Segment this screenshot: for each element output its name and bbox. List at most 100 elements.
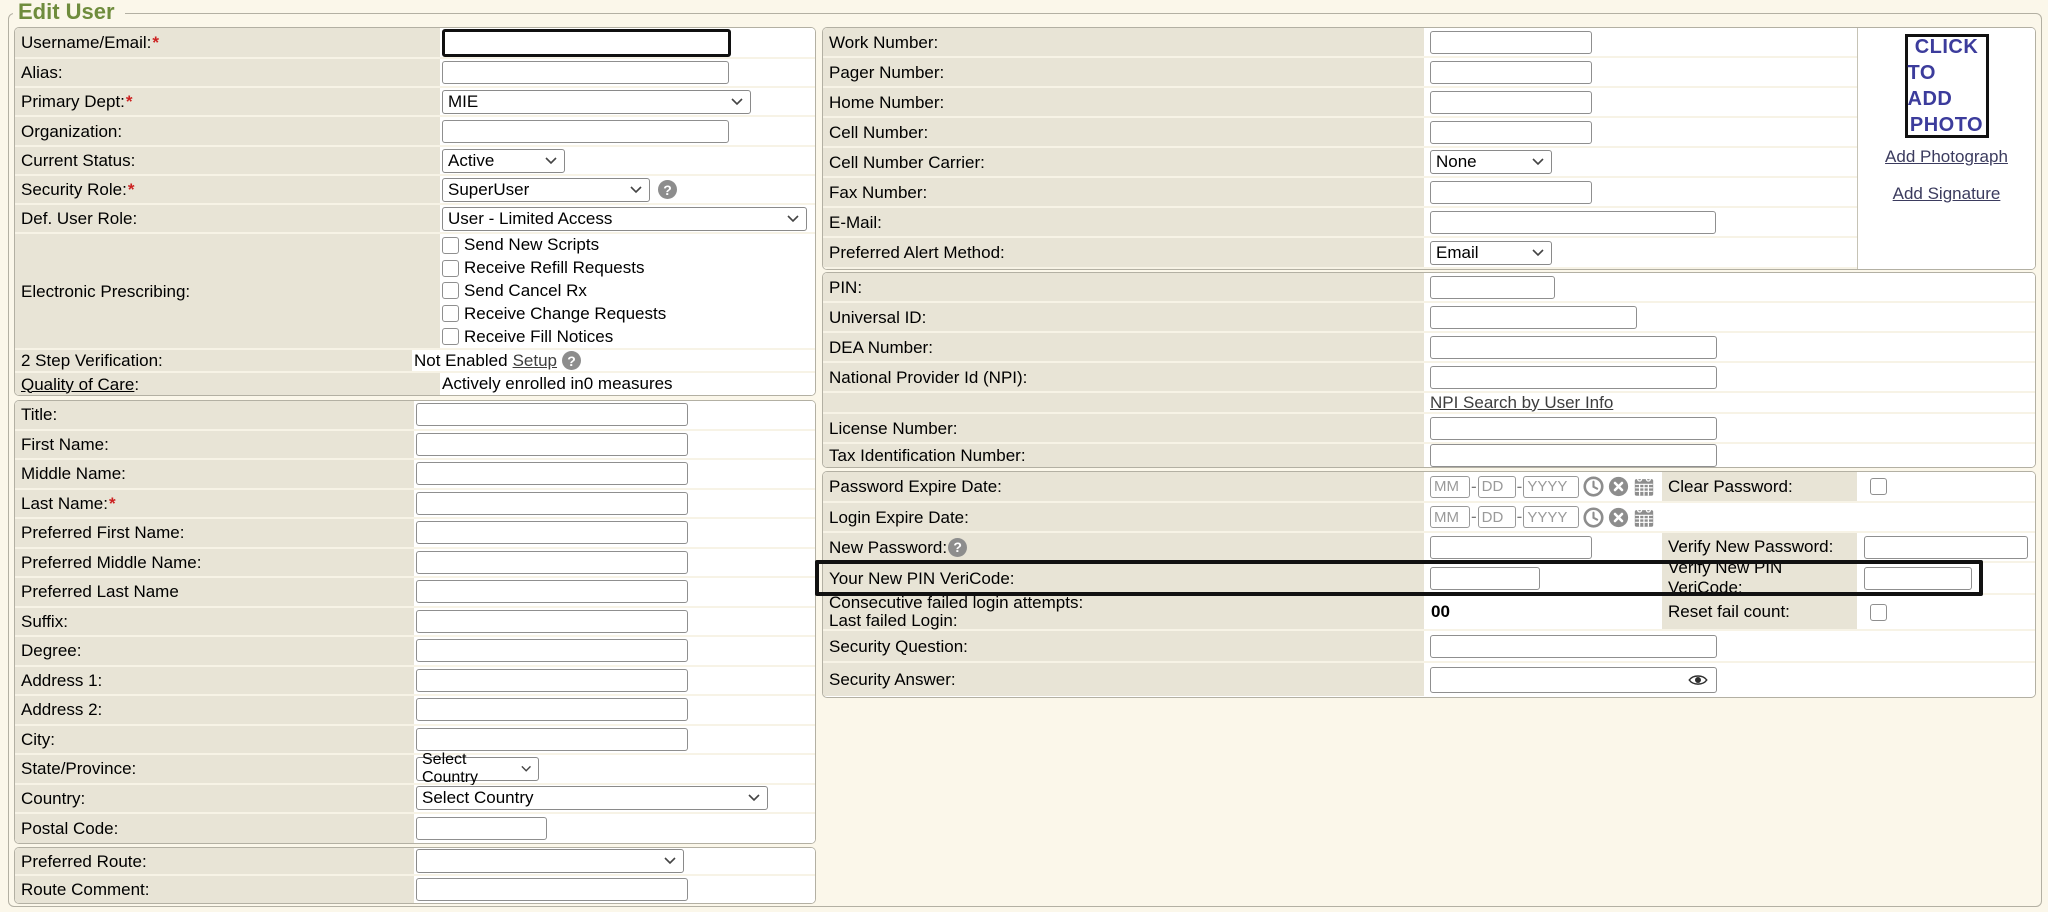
degree-input[interactable] <box>416 639 688 662</box>
alias-input[interactable] <box>442 61 729 84</box>
preferred-middle-name-input[interactable] <box>416 551 688 574</box>
two-step-verification-row: 2 Step Verification: Not Enabled Setup ? <box>15 350 815 373</box>
alias-label: Alias: <box>15 59 440 86</box>
login-expire-mm-input[interactable] <box>1430 506 1470 528</box>
email-input[interactable] <box>1430 211 1716 234</box>
preferred-last-name-input[interactable] <box>416 580 688 603</box>
quality-of-care-value: Actively enrolled in0 measures <box>442 374 673 394</box>
cell-number-input[interactable] <box>1430 121 1592 144</box>
new-password-input[interactable] <box>1430 536 1592 559</box>
verify-pin-vericode-input[interactable] <box>1864 567 1972 590</box>
help-icon[interactable]: ? <box>658 180 677 199</box>
license-number-label: License Number: <box>823 414 1424 442</box>
login-expire-dd-input[interactable] <box>1478 506 1516 528</box>
pager-number-input[interactable] <box>1430 61 1592 84</box>
suffix-input[interactable] <box>416 610 688 633</box>
security-role-select[interactable]: SuperUser <box>442 178 650 202</box>
help-icon[interactable]: ? <box>562 351 581 370</box>
preferred-first-name-input[interactable] <box>416 521 688 544</box>
fax-number-input[interactable] <box>1430 181 1592 204</box>
setup-link[interactable]: Setup <box>513 351 557 371</box>
calendar-icon[interactable] <box>1633 476 1655 497</box>
middle-name-input[interactable] <box>416 462 688 485</box>
pager-number-row: Pager Number: <box>823 58 2035 88</box>
password-expire-dd-input[interactable] <box>1478 476 1516 498</box>
identifiers-section: PIN: Universal ID: DEA Number: National … <box>822 272 2036 468</box>
preferred-alert-value: Email <box>1436 243 1479 263</box>
reset-fail-count-checkbox[interactable] <box>1870 604 1887 621</box>
def-user-role-select[interactable]: User - Limited Access <box>442 207 807 231</box>
send-new-scripts-checkbox[interactable] <box>442 237 459 254</box>
required-asterisk: * <box>126 92 133 111</box>
address1-input[interactable] <box>416 669 688 692</box>
route-comment-input[interactable] <box>416 878 688 901</box>
organization-row: Organization: <box>15 117 815 147</box>
security-answer-input[interactable] <box>1430 667 1717 693</box>
preferred-alert-select[interactable]: Email <box>1430 241 1552 265</box>
quality-of-care-link[interactable]: Quality of Care <box>21 375 134 394</box>
cell-carrier-label: Cell Number Carrier: <box>823 148 1424 176</box>
country-select[interactable]: Select Country <box>416 786 768 810</box>
password-expire-mm-input[interactable] <box>1430 476 1470 498</box>
username-input[interactable] <box>442 29 731 57</box>
current-status-select[interactable]: Active <box>442 149 565 173</box>
state-province-row: State/Province: Select Country <box>15 755 815 785</box>
postal-code-input[interactable] <box>416 817 547 840</box>
receive-refill-requests-checkbox[interactable] <box>442 260 459 277</box>
pin-input[interactable] <box>1430 276 1555 299</box>
npi-input[interactable] <box>1430 366 1717 389</box>
home-number-input[interactable] <box>1430 91 1592 114</box>
login-expire-yyyy-input[interactable] <box>1523 506 1579 528</box>
chevron-down-icon <box>664 857 676 865</box>
clear-password-label: Clear Password: <box>1662 472 1857 501</box>
tax-id-row: Tax Identification Number: <box>823 444 2035 467</box>
security-question-input[interactable] <box>1430 635 1717 658</box>
send-cancel-rx-checkbox[interactable] <box>442 282 459 299</box>
dea-number-label: DEA Number: <box>823 333 1424 361</box>
city-input[interactable] <box>416 728 688 751</box>
add-photo-box[interactable]: CLICK TO ADD PHOTO <box>1905 34 1989 138</box>
state-province-select[interactable]: Select Country <box>416 757 539 781</box>
empty-cell <box>1662 503 1857 531</box>
preferred-route-select[interactable] <box>416 849 684 873</box>
work-number-row: Work Number: <box>823 28 2035 58</box>
title-input[interactable] <box>416 403 688 426</box>
receive-fill-notices-checkbox[interactable] <box>442 328 459 345</box>
dea-number-input[interactable] <box>1430 336 1717 359</box>
first-name-input[interactable] <box>416 433 688 456</box>
first-name-label: First Name: <box>15 431 414 459</box>
work-number-input[interactable] <box>1430 31 1592 54</box>
receive-change-requests-checkbox[interactable] <box>442 305 459 322</box>
universal-id-input[interactable] <box>1430 306 1637 329</box>
address2-input[interactable] <box>416 698 688 721</box>
add-photograph-link[interactable]: Add Photograph <box>1885 147 2008 167</box>
clear-date-icon[interactable] <box>1608 476 1629 497</box>
help-icon[interactable]: ? <box>948 538 967 557</box>
verify-new-password-input[interactable] <box>1864 536 2028 559</box>
security-role-value: SuperUser <box>448 180 529 200</box>
password-expire-yyyy-input[interactable] <box>1523 476 1579 498</box>
eye-icon[interactable] <box>1688 673 1708 687</box>
clock-icon[interactable] <box>1583 476 1604 497</box>
primary-dept-select[interactable]: MIE <box>442 90 751 114</box>
last-name-input[interactable] <box>416 492 688 515</box>
cell-carrier-row: Cell Number Carrier: None <box>823 148 2035 178</box>
license-number-input[interactable] <box>1430 417 1717 440</box>
photo-placeholder-line: PHOTO <box>1910 112 1983 138</box>
add-signature-link[interactable]: Add Signature <box>1893 184 2001 204</box>
clear-password-checkbox[interactable] <box>1870 478 1887 495</box>
calendar-icon[interactable] <box>1633 507 1655 528</box>
tax-id-input[interactable] <box>1430 444 1717 467</box>
chevron-down-icon <box>1532 158 1544 166</box>
address2-label: Address 2: <box>15 696 414 724</box>
degree-label: Degree: <box>15 637 414 665</box>
clock-icon[interactable] <box>1583 507 1604 528</box>
middle-name-row: Middle Name: <box>15 460 815 490</box>
npi-search-link[interactable]: NPI Search by User Info <box>1430 393 1613 413</box>
electronic-prescribing-row: Electronic Prescribing: Send New Scripts… <box>15 234 815 350</box>
checkbox-label: Send New Scripts <box>464 235 599 255</box>
clear-date-icon[interactable] <box>1608 507 1629 528</box>
pin-vericode-input[interactable] <box>1430 567 1540 590</box>
organization-input[interactable] <box>442 120 729 143</box>
cell-carrier-select[interactable]: None <box>1430 150 1552 174</box>
